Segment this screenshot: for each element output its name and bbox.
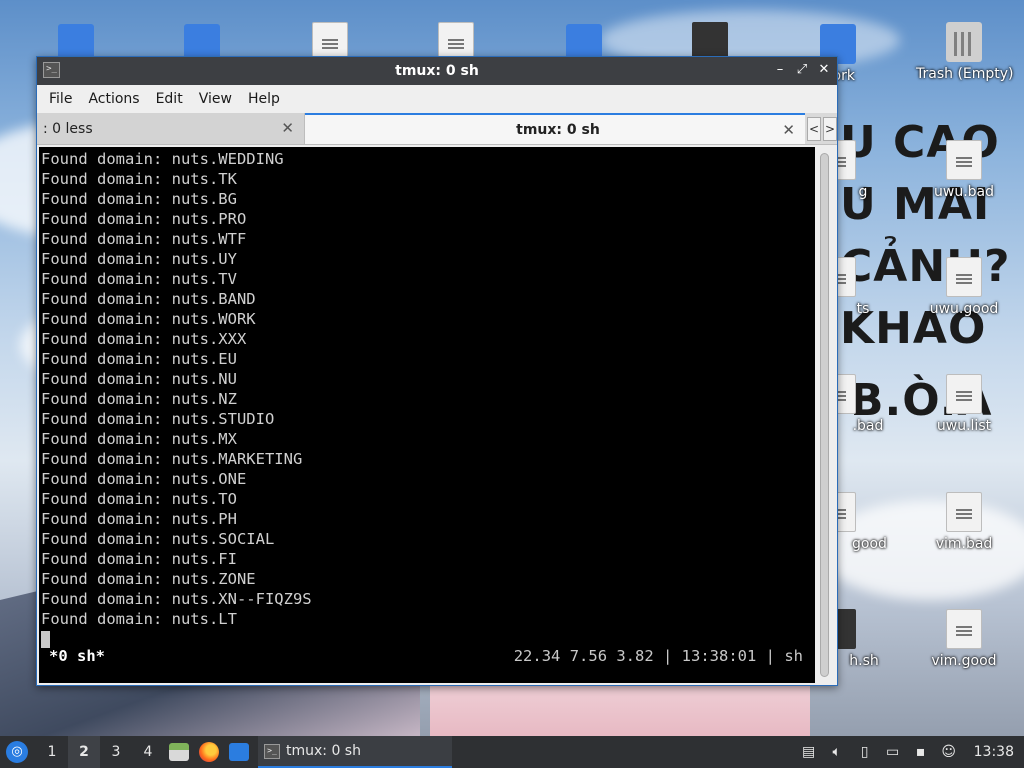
volume-icon[interactable]: 🔈︎ (828, 743, 846, 761)
terminal-line: Found domain: nuts.MARKETING (41, 450, 303, 468)
workspace-1[interactable]: 1 (36, 736, 68, 768)
taskbar-task-tmux[interactable]: >_ tmux: 0 sh (258, 736, 452, 768)
tab-scroll-controls: < > (805, 113, 837, 144)
clock[interactable]: 13:38 (974, 744, 1014, 760)
document-icon (946, 374, 982, 414)
terminal-line: Found domain: nuts.TV (41, 270, 237, 288)
firefox-icon (199, 742, 219, 762)
terminal-line: Found domain: nuts.EU (41, 350, 237, 368)
desktop-icon-label: vim.good (931, 653, 997, 669)
window-titlebar[interactable]: >_ tmux: 0 sh – ⤢ ✕ (37, 57, 837, 85)
menu-view[interactable]: View (191, 91, 240, 107)
desktop-icon-label: vim.bad (935, 536, 993, 552)
desktop-icon-label: uwu.good (929, 301, 999, 317)
terminal-line: Found domain: nuts.STUDIO (41, 410, 275, 428)
terminal-line: Found domain: nuts.FI (41, 550, 237, 568)
tab-label: : 0 less (43, 120, 93, 137)
workspace-2[interactable]: 2 (68, 736, 100, 768)
terminal-line: Found domain: nuts.WTF (41, 230, 247, 248)
file-manager-icon (169, 743, 189, 761)
terminal-line: Found domain: nuts.BAND (41, 290, 256, 308)
terminal-line: Found domain: nuts.PH (41, 510, 237, 528)
tab-tmux[interactable]: tmux: 0 sh ✕ (305, 113, 805, 144)
menubar: File Actions Edit View Help (37, 85, 837, 113)
window-title: tmux: 0 sh (395, 63, 479, 79)
terminal-lines: Found domain: nuts.WEDDING Found domain: … (41, 149, 815, 629)
network-icon[interactable]: ▭ (884, 743, 902, 761)
close-icon[interactable]: ✕ (815, 61, 833, 79)
tmux-status-right: 22.34 7.56 3.82 | 13:38:01 | sh (513, 647, 803, 665)
terminal-line: Found domain: nuts.MX (41, 430, 237, 448)
taskbar: ◎ 1 2 3 4 >_ tmux: 0 sh ▤ 🔈︎ ▯ ▭ ▪ ☺ 13:… (0, 736, 1024, 768)
document-icon (946, 492, 982, 532)
desktop-vim-bad-icon[interactable]: vim.bad (916, 492, 1012, 552)
desktop-icon-label: uwu.list (936, 418, 992, 434)
menu-file[interactable]: File (41, 91, 80, 107)
task-label: tmux: 0 sh (286, 743, 361, 759)
desktop-uwu-bad-icon[interactable]: uwu.bad (916, 140, 1012, 200)
updates-icon[interactable]: ▪ (912, 743, 930, 761)
terminal-line: Found domain: nuts.TK (41, 170, 237, 188)
terminal-line: Found domain: nuts.NU (41, 370, 237, 388)
scrollbar-thumb[interactable] (820, 153, 829, 677)
menu-edit[interactable]: Edit (148, 91, 191, 107)
desktop-icon-label: uwu.bad (934, 184, 994, 200)
launcher-firefox[interactable] (194, 736, 224, 768)
terminal-line: Found domain: nuts.XXX (41, 330, 247, 348)
terminal-line: Found domain: nuts.XN--FIQZ9S (41, 590, 312, 608)
system-tray: ▤ 🔈︎ ▯ ▭ ▪ ☺ 13:38 (800, 743, 1024, 761)
terminal-line: Found domain: nuts.SOCIAL (41, 530, 275, 548)
desktop-trash-icon[interactable]: Trash (Empty) (916, 22, 1014, 82)
maximize-icon[interactable]: ⤢ (793, 61, 811, 79)
tab-bar: : 0 less ✕ tmux: 0 sh ✕ < > (37, 113, 837, 145)
workspace-4[interactable]: 4 (132, 736, 164, 768)
terminal-line: Found domain: nuts.TO (41, 490, 237, 508)
terminal-line: Found domain: nuts.LT (41, 610, 237, 628)
menu-actions[interactable]: Actions (80, 91, 147, 107)
minimize-icon[interactable]: – (771, 61, 789, 79)
terminal-output[interactable]: Found domain: nuts.WEDDING Found domain: … (39, 147, 815, 683)
tab-close-icon[interactable]: ✕ (782, 121, 795, 139)
tab-close-icon[interactable]: ✕ (281, 119, 294, 137)
notes-icon[interactable]: ▯ (856, 743, 874, 761)
document-icon (946, 140, 982, 180)
clipboard-icon[interactable]: ▤ (800, 743, 818, 761)
tab-label: tmux: 0 sh (516, 121, 600, 138)
start-menu-icon[interactable]: ◎ (6, 741, 28, 763)
tab-scroll-left-icon[interactable]: < (807, 116, 821, 141)
document-icon (946, 609, 982, 649)
terminal-line: Found domain: nuts.WORK (41, 310, 256, 328)
trash-icon (946, 22, 982, 62)
terminal-line: Found domain: nuts.ONE (41, 470, 247, 488)
terminal-line: Found domain: nuts.PRO (41, 210, 247, 228)
workspace-3[interactable]: 3 (100, 736, 132, 768)
window-controls: – ⤢ ✕ (771, 61, 833, 79)
user-icon[interactable]: ☺ (940, 743, 958, 761)
desktop-icon-label: Trash (Empty) (916, 66, 1014, 82)
terminal-window: >_ tmux: 0 sh – ⤢ ✕ File Actions Edit Vi… (36, 56, 838, 686)
terminal-line: Found domain: nuts.WEDDING (41, 150, 284, 168)
terminal-app-icon: >_ (43, 62, 60, 78)
launcher-desktop[interactable] (224, 736, 254, 768)
terminal-line: Found domain: nuts.ZONE (41, 570, 256, 588)
terminal-line: Found domain: nuts.UY (41, 250, 237, 268)
show-desktop-icon (229, 743, 249, 761)
document-icon (946, 257, 982, 297)
tab-less[interactable]: : 0 less ✕ (37, 113, 305, 144)
desktop-vim-good-icon[interactable]: vim.good (916, 609, 1012, 669)
terminal-line: Found domain: nuts.BG (41, 190, 237, 208)
launcher-file-manager[interactable] (164, 736, 194, 768)
terminal-scrollbar[interactable] (815, 147, 835, 683)
terminal-app-icon: >_ (264, 743, 280, 759)
tmux-window-list: *0 sh* (49, 647, 105, 665)
tmux-status-bar: *0 sh* 22.34 7.56 3.82 | 13:38:01 | sh (39, 645, 815, 667)
terminal-line: Found domain: nuts.NZ (41, 390, 237, 408)
desktop-uwu-list-icon[interactable]: uwu.list (916, 374, 1012, 434)
tab-scroll-right-icon[interactable]: > (823, 116, 837, 141)
menu-help[interactable]: Help (240, 91, 288, 107)
desktop-uwu-good-icon[interactable]: uwu.good (916, 257, 1012, 317)
